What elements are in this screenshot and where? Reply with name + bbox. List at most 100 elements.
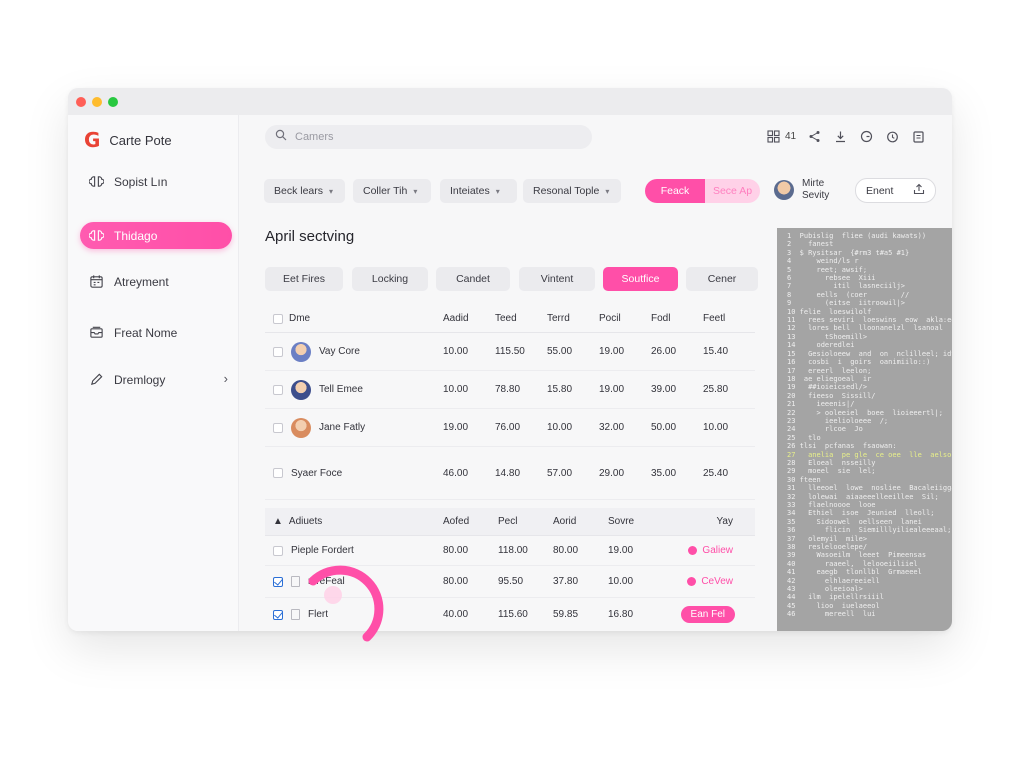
code-panel[interactable]: 1 Pubislig fliee (audi kawats)) 2 fanest 3… [777,228,952,631]
filter-resonal-tople[interactable]: Resonal Tople ▾ [523,179,621,203]
brand[interactable]: G Carte Pote [84,128,172,152]
inbox-icon [88,325,104,341]
column-header[interactable]: Feetl [703,313,755,324]
download-icon[interactable] [832,128,848,144]
user-profile[interactable]: Mirte Sevity [774,178,829,202]
column-header[interactable]: Sovre [608,516,663,527]
filter-coller-tih[interactable]: Coller Tih ▾ [353,179,431,203]
code-line: 10 felie loeswilolf [787,307,872,316]
table-cell: 15.40 [703,346,729,357]
column-header[interactable]: Yay [663,516,743,527]
maximize-window-button[interactable] [108,97,118,107]
status-link[interactable]: CeVew [663,576,743,587]
notification-count: 41 [785,130,797,142]
column-header[interactable]: Teed [495,313,547,324]
row-checkbox[interactable] [273,545,283,556]
code-line: 32 lolewai aiaaeeelleeillee Sil; [787,492,939,501]
minimize-window-button[interactable] [92,97,102,107]
close-window-button[interactable] [76,97,86,107]
sidebar-item-dremlogy[interactable]: Dremlogy › [80,366,232,393]
feack-button[interactable]: Feack [645,179,705,203]
code-line: 46 mereell lui [787,610,876,619]
table-cell: 19.00 [443,422,469,433]
tab-vintent[interactable]: Vintent [519,267,595,291]
row-checkbox[interactable] [273,346,283,357]
select-all-checkbox[interactable] [273,313,283,324]
column-header[interactable]: Terrd [547,313,599,324]
code-line: 18 ae eliegoeal ir [787,374,872,383]
refresh-icon[interactable] [858,128,874,144]
column-header[interactable]: Adiuets [289,516,322,527]
clipboard-icon[interactable] [910,128,926,144]
code-line: 28 Eloeal nsseilly [787,458,876,467]
table-row[interactable]: Tell Emee 10.00 78.80 15.80 19.00 39.00 25.80 [265,371,755,409]
table-cell: 46.00 [443,467,469,479]
row-name: Syaer Foce [291,467,343,479]
row-checkbox[interactable] [273,422,283,433]
sece-ap-button[interactable]: Sece Ap [705,179,760,203]
table-row[interactable]: Jane Fatly 19.00 76.00 10.00 32.00 50.00 10.00 [265,409,755,447]
filter-inteiates[interactable]: Inteiates ▾ [440,179,517,203]
table-cell: 10.00 [608,576,634,587]
chevron-down-icon: ▾ [605,186,610,196]
grid-icon[interactable] [765,128,781,144]
table-row[interactable]: Vay Core 10.00 115.50 55.00 19.00 26.00 15.40 [265,333,755,371]
code-line: 36 flicin Siemilllyiliealeeeaal; [787,526,952,535]
tab-locking[interactable]: Locking [352,267,428,291]
avatar [774,180,794,200]
table-header: ▲ Adiuets Aofed Pecl Aorid Sovre Yay [265,508,755,536]
chevron-down-icon: ▾ [329,186,334,196]
column-header[interactable]: Aorid [553,516,608,527]
row-checkbox[interactable] [273,468,283,478]
column-header[interactable]: Pocil [599,313,651,324]
column-header[interactable]: Pecl [498,516,553,527]
status-link[interactable]: Galiew [663,545,743,556]
column-header[interactable]: Aadid [443,313,495,324]
filter-label: Inteiates [450,185,490,197]
code-line: 40 raaeel, lelooeiiliiel [787,559,918,568]
column-header[interactable]: Fodl [651,313,703,324]
row-checkbox[interactable] [273,384,283,395]
code-line: 5 reet; awsif; [787,265,868,274]
table-cell: 14.80 [495,467,521,479]
avatar [291,417,311,438]
table-cell: 32.00 [599,422,625,433]
table-cell: 10.00 [703,422,729,433]
code-line: 41 eaegb tlonllbl Grmaeeel [787,568,922,577]
table-row[interactable]: Syaer Foce 46.00 14.80 57.00 29.00 35.00 25.40 [265,447,755,500]
sidebar-item-label: Sopist Lın [114,174,168,189]
tab-soutfice[interactable]: Soutfice [603,267,678,291]
sidebar-item-freat-nome[interactable]: Freat Nome [80,319,232,346]
collapse-icon[interactable]: ▲ [273,516,283,527]
status-pill-button[interactable]: Ean Fel [680,606,735,623]
code-line: 35 Sidoowel oellseen lanei [787,517,922,526]
column-header[interactable]: Dme [289,313,310,324]
code-line: 22 > ooleeiel boee lioieeertl|; [787,408,943,417]
sidebar-item-sopist[interactable]: Sopist Lın [80,168,232,195]
sidebar-item-atreyment[interactable]: Atreyment [80,268,232,295]
sidebar-item-thidago[interactable]: Thidago [80,222,232,249]
share-icon[interactable] [806,128,822,144]
table-body: Vay Core 10.00 115.50 55.00 19.00 26.00 15.40 T… [265,333,755,500]
tab-eet-fires[interactable]: Eet Fires [265,267,343,291]
enent-button[interactable]: Enent [855,178,936,203]
filter-label: Beck lears [274,185,324,197]
tab-candet[interactable]: Candet [436,267,510,291]
table-cell: 10.00 [443,384,469,395]
code-line: 29 moeel sie lel; [787,467,876,476]
toolbar-icons: 41 [765,128,926,144]
code-line: 33 flaelnoooe looe [787,501,876,509]
tab-cener[interactable]: Cener [686,267,758,291]
sidebar-item-label: Thidago [114,228,158,243]
search-input[interactable] [295,131,565,143]
code-line: 43 oleeioal> [787,585,863,594]
column-header[interactable]: Aofed [443,516,498,527]
search-bar[interactable] [265,125,592,149]
filter-beck-lears[interactable]: Beck lears ▾ [264,179,345,203]
chevron-down-icon: ▾ [495,186,500,196]
code-line: 11 rees seviri loeswins eow akla:eg [787,316,952,325]
timer-icon[interactable] [884,128,900,144]
row-checkbox[interactable] [273,576,283,587]
row-checkbox[interactable] [273,609,283,620]
search-icon [275,128,287,146]
